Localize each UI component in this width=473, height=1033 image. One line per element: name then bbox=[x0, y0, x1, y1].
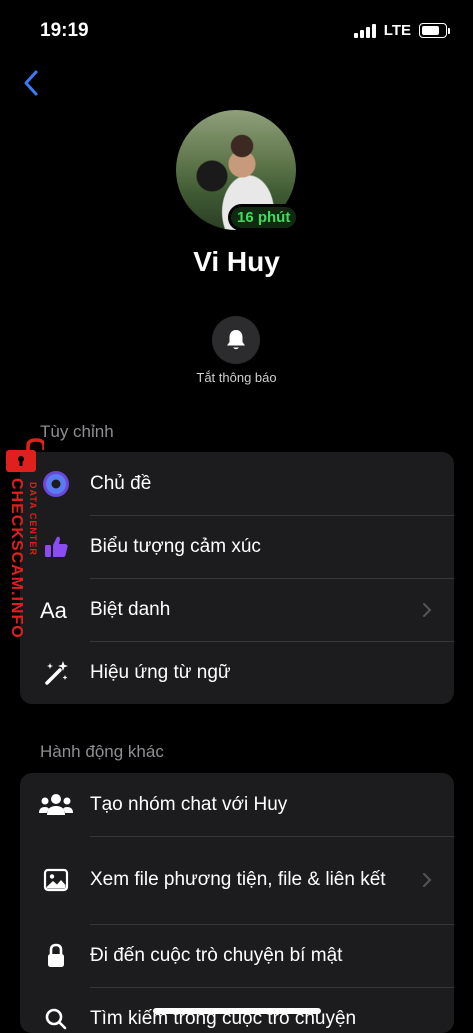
signal-icon bbox=[354, 24, 376, 38]
actions-section-header: Hành động khác bbox=[40, 742, 164, 762]
row-emoji[interactable]: Biểu tượng cảm xúc bbox=[20, 515, 454, 578]
row-label: Hiệu ứng từ ngữ bbox=[90, 661, 414, 685]
bell-icon bbox=[225, 328, 247, 352]
nickname-icon: Aa bbox=[38, 592, 74, 628]
mute-button[interactable] bbox=[212, 316, 260, 364]
row-secret-chat[interactable]: Đi đến cuộc trò chuyện bí mật bbox=[20, 924, 454, 987]
back-button[interactable] bbox=[18, 66, 46, 100]
group-icon bbox=[38, 787, 74, 823]
battery-icon bbox=[419, 23, 447, 38]
chevron-right-icon bbox=[422, 872, 432, 888]
search-icon bbox=[38, 1001, 74, 1033]
row-label: Biệt danh bbox=[90, 598, 414, 622]
row-label: Biểu tượng cảm xúc bbox=[90, 535, 414, 559]
row-label: Xem file phương tiện, file & liên kết bbox=[90, 868, 414, 892]
row-word-effects[interactable]: Hiệu ứng từ ngữ bbox=[20, 641, 454, 704]
chevron-left-icon bbox=[18, 66, 46, 100]
profile-name: Vi Huy bbox=[0, 246, 473, 278]
chevron-right-icon bbox=[422, 602, 432, 618]
customize-card: Chủ đề Biểu tượng cảm xúc Aa Biệt danh bbox=[20, 452, 454, 704]
customize-section-header: Tùy chỉnh bbox=[40, 422, 114, 442]
row-nickname[interactable]: Aa Biệt danh bbox=[20, 578, 454, 641]
status-indicators: LTE bbox=[354, 22, 447, 39]
battery-level bbox=[422, 26, 439, 35]
mute-label: Tắt thông báo bbox=[0, 370, 473, 385]
lock-icon bbox=[38, 938, 74, 974]
profile-avatar[interactable]: 16 phút bbox=[176, 110, 296, 230]
row-theme[interactable]: Chủ đề bbox=[20, 452, 454, 515]
svg-text:Aa: Aa bbox=[40, 598, 68, 623]
network-type: LTE bbox=[384, 22, 411, 39]
active-time-badge: 16 phút bbox=[228, 204, 299, 231]
theme-icon bbox=[38, 466, 74, 502]
status-time: 19:19 bbox=[40, 20, 89, 42]
row-view-media[interactable]: Xem file phương tiện, file & liên kết bbox=[20, 836, 454, 924]
magic-wand-icon bbox=[38, 655, 74, 691]
image-icon bbox=[38, 862, 74, 898]
row-label: Tạo nhóm chat với Huy bbox=[90, 793, 414, 817]
row-label: Chủ đề bbox=[90, 472, 414, 496]
status-bar: 19:19 LTE bbox=[0, 0, 473, 60]
thumbs-up-icon bbox=[38, 529, 74, 565]
row-label: Đi đến cuộc trò chuyện bí mật bbox=[90, 944, 414, 968]
home-indicator bbox=[153, 1008, 321, 1014]
row-create-group[interactable]: Tạo nhóm chat với Huy bbox=[20, 773, 454, 836]
actions-card: Tạo nhóm chat với Huy Xem file phương ti… bbox=[20, 773, 454, 1033]
